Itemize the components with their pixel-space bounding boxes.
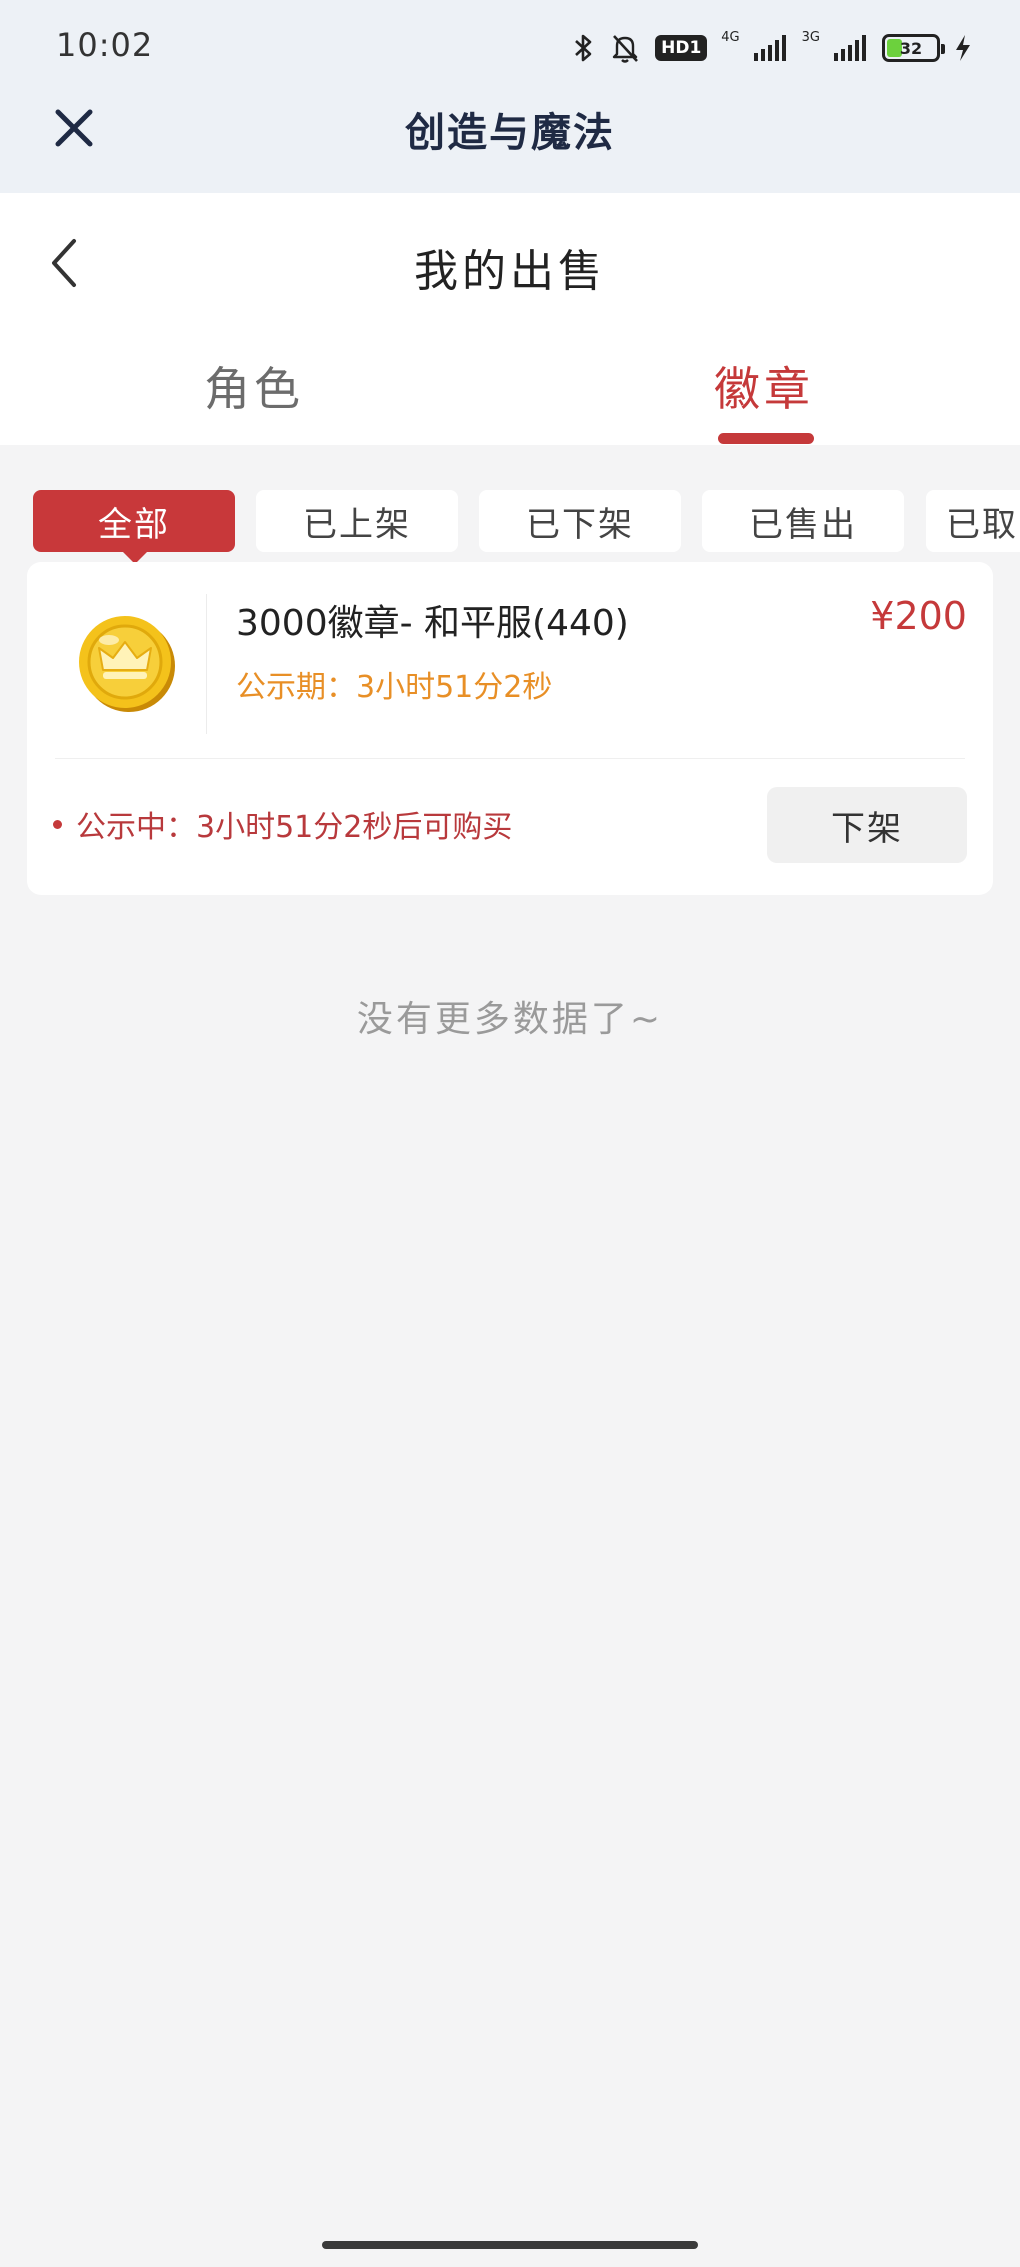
gold-crown-coin-icon bbox=[75, 610, 179, 714]
app-top-bar: 10:02 HD1 4G 3G 32 创造与魔法 bbox=[0, 0, 1020, 193]
page-header: 我的出售 角色 徽章 bbox=[0, 193, 1020, 445]
hd-badge: HD1 bbox=[655, 35, 708, 61]
status-icons: HD1 4G 3G 32 bbox=[573, 28, 972, 68]
filter-chip-delisted[interactable]: 已下架 bbox=[479, 490, 681, 552]
end-of-list-text: 没有更多数据了~ bbox=[356, 999, 664, 1040]
bell-muted-icon bbox=[609, 32, 641, 64]
network-3g-label: 3G bbox=[801, 30, 820, 45]
status-dot-icon bbox=[53, 819, 62, 829]
network-4g-label: 4G bbox=[721, 30, 740, 45]
signal-icon bbox=[753, 35, 788, 61]
battery-icon: 32 bbox=[882, 34, 945, 62]
tab-roles[interactable]: 角色 bbox=[154, 353, 354, 419]
status-time: 10:02 bbox=[56, 26, 154, 64]
card-divider bbox=[55, 758, 965, 759]
filter-chip-row: 全部 已上架 已下架 已售出 已取 bbox=[33, 490, 1020, 564]
battery-level: 32 bbox=[899, 38, 923, 58]
filter-chip-cancelled[interactable]: 已取 bbox=[926, 490, 1020, 552]
bluetooth-icon bbox=[573, 32, 595, 64]
listing-card[interactable]: 3000徽章- 和平服(440) ¥200 公示期：3小时51分2秒 公示中：3… bbox=[27, 562, 993, 895]
app-title: 创造与魔法 bbox=[405, 110, 615, 156]
card-divider-vertical bbox=[206, 594, 207, 734]
filter-chip-sold[interactable]: 已售出 bbox=[702, 490, 904, 552]
delist-button[interactable]: 下架 bbox=[767, 787, 967, 863]
signal-icon bbox=[834, 35, 868, 61]
listing-status: 公示中：3小时51分2秒后可购买 bbox=[53, 802, 512, 846]
listing-period: 公示期：3小时51分2秒 bbox=[236, 670, 553, 705]
listing-status-text: 公示中：3小时51分2秒后可购买 bbox=[76, 810, 513, 845]
listing-name: 3000徽章- 和平服(440) bbox=[236, 603, 629, 644]
tab-badges[interactable]: 徽章 bbox=[664, 353, 864, 419]
active-tab-indicator bbox=[718, 433, 814, 444]
filter-chip-listed[interactable]: 已上架 bbox=[256, 490, 458, 552]
page: 10:02 HD1 4G 3G 32 创造与魔法 我的出售 角色 徽章 全部 已… bbox=[0, 0, 1020, 2267]
home-indicator[interactable] bbox=[322, 2241, 698, 2249]
listing-price: ¥200 bbox=[870, 594, 967, 638]
page-title: 我的出售 bbox=[414, 246, 606, 297]
charging-icon bbox=[954, 34, 972, 62]
filter-chip-all[interactable]: 全部 bbox=[33, 490, 235, 564]
